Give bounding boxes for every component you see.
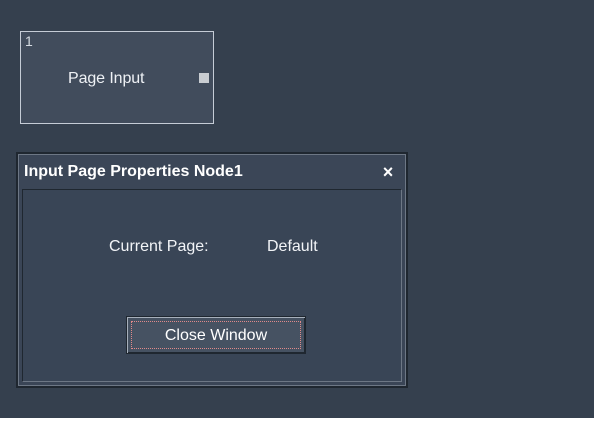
close-window-button[interactable]: Close Window: [126, 316, 306, 354]
close-icon[interactable]: ×: [379, 163, 397, 181]
dialog-body: Current Page: Default Close Window: [22, 189, 402, 382]
current-page-value: Default: [267, 238, 318, 255]
current-page-label: Current Page:: [109, 238, 209, 255]
page-input-node[interactable]: 1 Page Input: [20, 31, 214, 124]
node-graph-canvas: 1 Page Input Input Page Properties Node1…: [0, 0, 601, 421]
close-window-label: Close Window: [164, 327, 268, 344]
screen-edge-strip: [594, 0, 601, 421]
dialog-titlebar[interactable]: Input Page Properties Node1 ×: [20, 156, 404, 189]
node-label: Page Input: [68, 70, 145, 87]
node-index: 1: [25, 33, 33, 49]
output-port-icon[interactable]: [199, 73, 209, 83]
dialog-title: Input Page Properties Node1: [24, 163, 243, 180]
input-page-properties-dialog: Input Page Properties Node1 × Current Pa…: [16, 152, 408, 388]
